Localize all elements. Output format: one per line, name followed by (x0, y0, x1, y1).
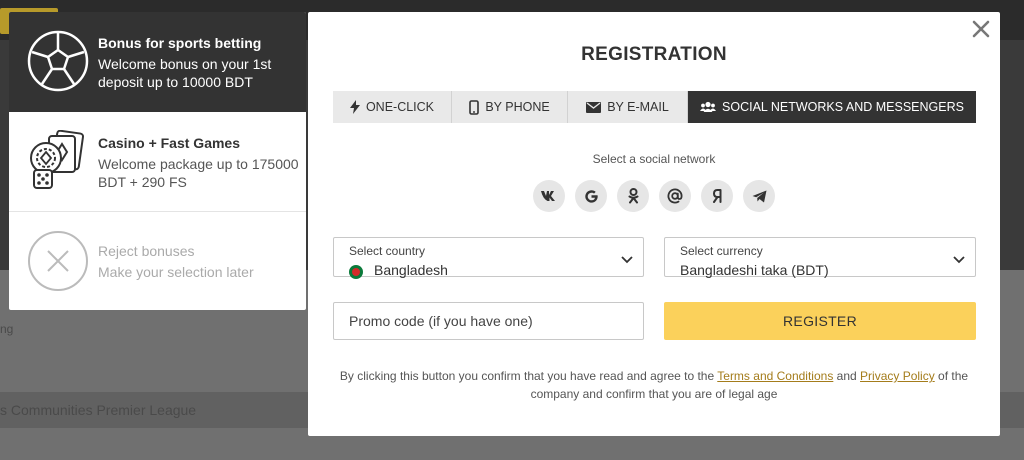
chevron-down-icon (953, 256, 965, 264)
users-icon (700, 101, 717, 112)
google-button[interactable] (575, 180, 607, 212)
page-title: REGISTRATION (581, 44, 727, 65)
bonus-sports[interactable]: Bonus for sports betting Welcome bonus o… (9, 12, 306, 112)
yandex-button[interactable] (701, 180, 733, 212)
bonus-description: Welcome package up to 175000 BDT + 290 F… (98, 156, 299, 190)
tab-by-phone[interactable]: BY PHONE (452, 91, 568, 123)
lightning-icon (349, 100, 360, 114)
tab-by-email[interactable]: BY E-MAIL (568, 91, 688, 123)
tab-label: BY E-MAIL (607, 100, 669, 114)
vk-button[interactable] (533, 180, 565, 212)
odnoklassniki-icon (628, 188, 638, 204)
tab-label: ONE-CLICK (365, 100, 435, 114)
disclaimer-text: By clicking this button you confirm that… (339, 369, 718, 383)
envelope-icon (586, 101, 602, 113)
reject-x-icon (28, 231, 88, 291)
telegram-icon (752, 190, 766, 202)
terms-disclaimer: By clicking this button you confirm that… (338, 367, 970, 403)
bonus-title: Bonus for sports betting (98, 35, 262, 51)
google-icon (584, 189, 598, 203)
vk-icon (541, 191, 555, 201)
tab-social-networks[interactable]: SOCIAL NETWORKS AND MESSENGERS (688, 91, 976, 123)
bonus-panel: Bonus for sports betting Welcome bonus o… (9, 12, 306, 310)
at-sign-icon (667, 188, 683, 204)
currency-label: Select currency (680, 244, 763, 258)
registration-modal: REGISTRATION ONE-CLICK BY PHONE BY E-MAI… (308, 12, 1000, 436)
phone-icon (469, 99, 480, 115)
odnoklassniki-button[interactable] (617, 180, 649, 212)
terms-link[interactable]: Terms and Conditions (717, 369, 833, 383)
casino-chips-icon (30, 130, 84, 189)
close-icon[interactable] (970, 18, 992, 40)
registration-tabs: ONE-CLICK BY PHONE BY E-MAIL SOCIAL NETW… (333, 91, 976, 123)
chevron-down-icon (621, 256, 633, 264)
soccer-ball-icon (27, 30, 89, 92)
currency-select[interactable]: Select currency Bangladeshi taka (BDT) (664, 237, 976, 278)
privacy-link[interactable]: Privacy Policy (860, 369, 935, 383)
tab-label: BY PHONE (485, 100, 550, 114)
yandex-icon (712, 189, 721, 203)
bonus-casino[interactable]: Casino + Fast Games Welcome package up t… (9, 112, 306, 212)
promo-code-input[interactable] (333, 302, 644, 340)
bonus-description: Welcome bonus on your 1st deposit up to … (98, 56, 272, 90)
tab-one-click[interactable]: ONE-CLICK (333, 91, 452, 123)
social-network-list (533, 180, 775, 212)
country-label: Select country (349, 244, 426, 258)
mail-ru-button[interactable] (659, 180, 691, 212)
bonus-title: Casino + Fast Games (98, 135, 241, 151)
country-value: Bangladesh (374, 262, 448, 278)
tab-label: SOCIAL NETWORKS AND MESSENGERS (722, 100, 964, 114)
telegram-button[interactable] (743, 180, 775, 212)
country-select[interactable]: Select country Bangladesh (333, 237, 644, 279)
background-text: ng (0, 322, 14, 336)
bonus-title: Reject bonuses (98, 243, 195, 259)
bangladesh-flag-icon (349, 265, 363, 279)
social-network-label: Select a social network (592, 152, 716, 166)
bonus-description: Make your selection later (98, 264, 254, 280)
currency-value: Bangladeshi taka (BDT) (680, 262, 829, 278)
register-button[interactable]: REGISTER (664, 302, 976, 340)
background-league-text: s Communities Premier League (0, 402, 197, 418)
disclaimer-text: and (833, 369, 861, 383)
bonus-reject[interactable]: Reject bonuses Make your selection later (9, 212, 306, 310)
